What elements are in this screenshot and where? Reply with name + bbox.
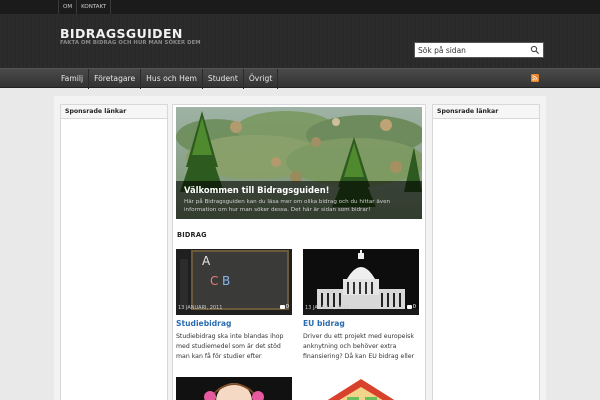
main-content: Välkommen till Bidragsguiden! Här på Bid… [172,104,426,400]
main-nav: Familj Företagare Hus och Hem Student Öv… [56,69,279,89]
nav-item-ovrigt[interactable]: Övrigt [244,69,279,89]
post-excerpt: Studiebidrag ska inte blandas ihop med s… [176,332,294,362]
chalk-letter: C [210,274,218,288]
featured-text-line: information om hur man söker dessa. Det … [184,207,371,213]
top-nav-about-link[interactable]: OM [58,0,78,14]
top-nav: OM KONTAKT [58,0,112,14]
right-sidebar: Sponsrade länkar [432,104,540,400]
left-sidebar-title: Sponsrade länkar [61,105,167,119]
excerpt-line: Driver du ett projekt med europeisk [303,333,414,340]
search-icon[interactable] [530,45,540,55]
post-thumbnail[interactable]: A C B 13 JANUARI, 2011 0 [176,249,292,315]
post-title[interactable]: EU bidrag [303,319,345,328]
site-header: BIDRAGSGUIDEN FAKTA OM BIDRAG OCH HUR MA… [0,14,600,68]
post-title[interactable]: Studiebidrag [176,319,231,328]
search-input[interactable] [415,43,527,57]
featured-title[interactable]: Välkommen till Bidragsguiden! [184,185,329,195]
featured-slide[interactable]: Välkommen till Bidragsguiden! Här på Bid… [176,107,422,219]
comment-count[interactable]: 0 [406,304,416,310]
comment-icon [406,305,412,309]
featured-text-line: Här på Bidragsguiden kan du läsa mer om … [184,199,391,205]
right-sidebar-title: Sponsrade länkar [433,105,539,119]
nav-item-hus-och-hem[interactable]: Hus och Hem [141,69,203,89]
featured-text: Här på Bidragsguiden kan du läsa mer om … [184,198,418,214]
comment-count-value: 0 [285,304,289,310]
rss-icon[interactable] [531,74,539,82]
top-nav-contact-link[interactable]: KONTAKT [77,0,112,14]
post-thumbnail[interactable] [176,377,292,400]
post-excerpt: Driver du ett projekt med europeisk ankn… [303,332,421,362]
site-tagline: FAKTA OM BIDRAG OCH HUR MAN SÖKER DEM [60,40,201,46]
comment-count-value: 0 [412,304,416,310]
post-date: 13 JANUARI, 2011 [305,305,350,311]
nav-item-foretagare[interactable]: Företagare [89,69,142,89]
chalk-letter: B [222,274,230,288]
nav-item-student[interactable]: Student [203,69,244,89]
post-thumbnail[interactable]: 13 JANUARI, 2011 0 [303,249,419,315]
comment-icon [279,305,285,309]
site-title[interactable]: BIDRAGSGUIDEN [60,26,183,41]
house-image [303,377,419,400]
chalk-letter: A [202,254,211,268]
excerpt-line: Studiebidrag ska inte blandas ihop [176,333,284,340]
post-thumbnail[interactable] [303,377,419,400]
excerpt-line: finansiering? Då kan EU bidrag eller [303,353,415,360]
search-box [414,42,544,58]
post-date: 13 JANUARI, 2011 [178,305,223,311]
excerpt-line: anknytning och behöver extra [303,343,397,350]
featured-caption: Välkommen till Bidragsguiden! Här på Bid… [176,181,422,219]
top-bar: OM KONTAKT [0,0,600,14]
left-sidebar: Sponsrade länkar [60,104,168,400]
excerpt-line: med studiemedel som är det stöd [176,343,281,350]
cartoon-girl-image [176,377,292,400]
excerpt-line: man kan få för studier efter [176,353,262,360]
section-title: BIDRAG [177,231,207,239]
main-nav-bar: Familj Företagare Hus och Hem Student Öv… [0,68,600,89]
comment-count[interactable]: 0 [279,304,289,310]
page-wrapper: Sponsrade länkar Välkommen till Bidragsg… [54,96,546,400]
nav-item-familj[interactable]: Familj [56,69,90,89]
